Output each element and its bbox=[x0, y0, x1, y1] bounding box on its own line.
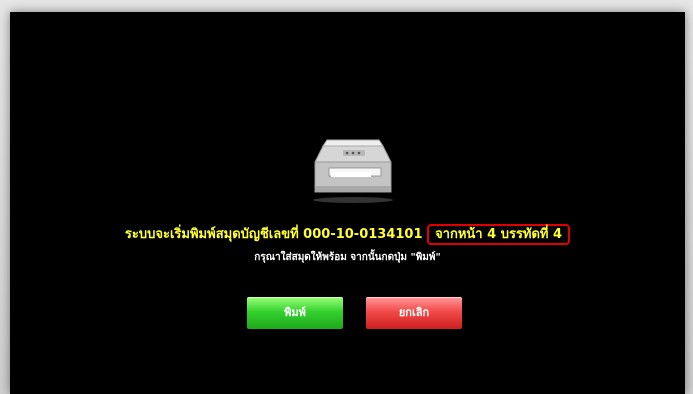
printer-icon bbox=[313, 139, 393, 203]
print-dialog: ระบบจะเริ่มพิมพ์สมุดบัญชีเลขที่ 000-10-0… bbox=[10, 12, 685, 394]
message-main: ระบบจะเริ่มพิมพ์สมุดบัญชีเลขที่ 000-10-0… bbox=[124, 227, 423, 242]
window-frame: ระบบจะเริ่มพิมพ์สมุดบัญชีเลขที่ 000-10-0… bbox=[0, 0, 693, 394]
status-message: ระบบจะเริ่มพิมพ์สมุดบัญชีเลขที่ 000-10-0… bbox=[10, 223, 685, 245]
instruction-text: กรุณาใส่สมุดให้พร้อม จากนั้นกดปุ่ม "พิมพ… bbox=[254, 252, 441, 263]
cancel-button[interactable]: ยกเลิก bbox=[366, 297, 462, 329]
message-highlight: จากหน้า 4 บรรทัดที่ 4 bbox=[427, 224, 571, 245]
print-button[interactable]: พิมพ์ bbox=[247, 297, 343, 329]
